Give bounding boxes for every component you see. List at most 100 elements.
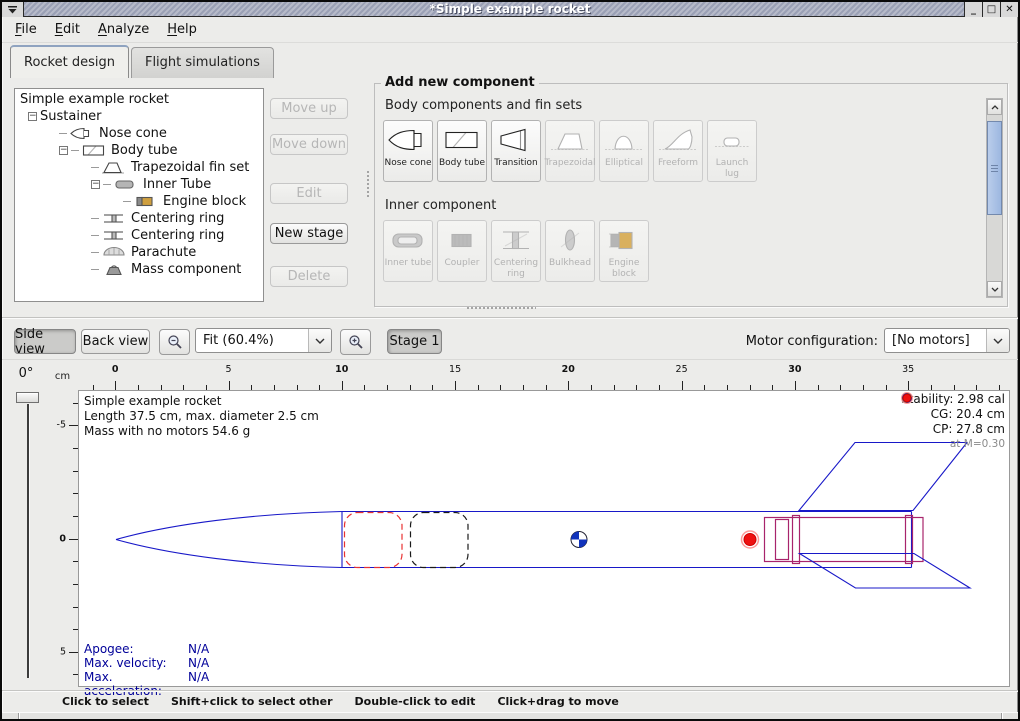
add-launch-lug-button[interactable]: Launch lug <box>707 120 757 182</box>
minimize-icon: _ <box>971 4 976 15</box>
minimize-button[interactable]: _ <box>964 2 982 17</box>
menubar: FileEditAnalyzeHelp <box>2 17 1018 43</box>
add-centering-ring-button[interactable]: Centering ring <box>491 220 541 282</box>
add-nose-cone-button[interactable]: Nose cone <box>383 120 433 182</box>
resize-grip-right[interactable] <box>1001 713 1002 719</box>
tree-item-centering-ring[interactable]: Centering ring <box>15 227 263 244</box>
tree-item-inner-tube[interactable]: − Inner Tube <box>15 176 263 193</box>
component-button-row: Inner tube CouplerCentering ring Bulkhead E… <box>383 220 1007 282</box>
statusbar: Click to selectShift+click to select oth… <box>2 690 1018 712</box>
elliptical-fin-large-icon <box>603 124 645 156</box>
delete-button: Delete <box>270 266 348 287</box>
inner-tube-large-icon <box>387 224 429 256</box>
add-body-tube-button[interactable]: Body tube <box>437 120 487 182</box>
menu-item-file[interactable]: File <box>6 18 46 41</box>
flight-value: N/A <box>188 642 209 656</box>
mach-condition: at M=0.30 <box>901 437 1005 452</box>
tree-item-body-tube[interactable]: −Body tube <box>15 142 263 159</box>
rotation-slider-track[interactable] <box>27 404 29 678</box>
chevron-up-icon <box>991 105 999 110</box>
stage-1-toggle[interactable]: Stage 1 <box>387 329 442 354</box>
menu-item-edit[interactable]: Edit <box>46 18 89 41</box>
scroll-up-button[interactable] <box>987 99 1002 115</box>
rocket-canvas[interactable]: Simple example rocket Length 37.5 cm, ma… <box>78 390 1010 687</box>
tab-flight-simulations[interactable]: Flight simulations <box>131 47 274 78</box>
engine-block-large-icon <box>603 224 645 256</box>
fin-set <box>799 443 970 589</box>
tree-item-simple-example-rocket[interactable]: Simple example rocket <box>15 91 263 108</box>
add-bulkhead-button[interactable]: Bulkhead <box>545 220 595 282</box>
rotation-slider-handle[interactable] <box>16 392 39 403</box>
back-view-button[interactable]: Back view <box>81 329 150 354</box>
tree-item-label: Mass component <box>131 262 241 277</box>
component-button-label: Inner tube <box>385 258 432 269</box>
design-panel: Simple example rocket−SustainerNose cone… <box>2 78 1018 318</box>
inner-tube-assembly <box>765 516 924 564</box>
add-trapezoidal-button[interactable]: Trapezoidal <box>545 120 595 182</box>
tree-item-engine-block[interactable]: Engine block <box>15 193 263 210</box>
component-scrollbar[interactable] <box>986 98 1003 298</box>
body-tube-icon <box>82 144 106 157</box>
new-stage-button[interactable]: New stage <box>270 223 348 244</box>
parachute-icon <box>102 246 126 259</box>
add-engine-block-button[interactable]: Engine block <box>599 220 649 282</box>
centering-ring-icon <box>102 229 126 242</box>
component-tree[interactable]: Simple example rocket−SustainerNose cone… <box>14 88 264 302</box>
tree-item-parachute[interactable]: Parachute <box>15 244 263 261</box>
tree-item-label: Inner Tube <box>143 177 211 192</box>
tree-expander-icon[interactable]: − <box>91 180 100 189</box>
window-controls: _ □✕ <box>964 2 1018 17</box>
menu-item-analyze[interactable]: Analyze <box>89 18 158 41</box>
parachute-outline <box>345 513 403 568</box>
tree-expander-icon[interactable]: − <box>28 112 37 121</box>
ruler-label: 35 <box>902 364 914 375</box>
nose-cone-icon <box>70 127 94 140</box>
component-button-label: Body tube <box>439 158 485 169</box>
horizontal-splitter[interactable] <box>466 306 536 311</box>
component-button-label: Trapezoidal <box>544 158 595 169</box>
move-up-button: Move up <box>270 98 348 119</box>
zoom-out-button[interactable] <box>159 329 190 355</box>
titlebar[interactable]: *Simple example rocket _□✕ <box>2 2 1018 17</box>
rocket-name: Simple example rocket <box>84 394 319 409</box>
cp-marker <box>742 531 759 548</box>
tree-item-nose-cone[interactable]: Nose cone <box>15 125 263 142</box>
close-button[interactable]: ✕ <box>1000 2 1018 17</box>
flight-row: Max. velocity:N/A <box>84 656 209 670</box>
add-freeform-button[interactable]: Freeform <box>653 120 703 182</box>
tree-item-mass-component[interactable]: Mass component <box>15 261 263 278</box>
add-elliptical-button[interactable]: Elliptical <box>599 120 649 182</box>
body-tube-large-icon <box>441 124 483 156</box>
ruler-unit-label: cm <box>47 363 78 390</box>
zoom-level-select[interactable]: Fit (60.4%) <box>195 328 332 353</box>
centering-ring-large-icon <box>495 224 537 256</box>
add-transition-button[interactable]: Transition <box>491 120 541 182</box>
vertical-splitter[interactable] <box>366 170 371 198</box>
add-coupler-button[interactable]: Coupler <box>437 220 487 282</box>
cp-value: CP: 27.8 cm <box>933 422 1005 437</box>
rotation-angle-label: 0° <box>10 366 42 381</box>
maximize-button[interactable]: □ <box>982 2 1000 17</box>
tree-item-centering-ring[interactable]: Centering ring <box>15 210 263 227</box>
add-inner-tube-button[interactable]: Inner tube <box>383 220 433 282</box>
status-hint: Shift+click to select other <box>171 695 333 708</box>
tree-expander-icon[interactable]: − <box>59 146 68 155</box>
menu-item-help[interactable]: Help <box>158 18 206 41</box>
ruler-label: 15 <box>449 364 461 375</box>
resize-grip-left[interactable] <box>18 713 19 719</box>
rocket-dimensions: Length 37.5 cm, max. diameter 2.5 cm <box>84 409 319 424</box>
tree-item-label: Parachute <box>131 245 196 260</box>
freeform-fin-large-icon <box>657 124 699 156</box>
engine-block-icon <box>134 195 158 208</box>
tree-item-trapezoidal-fin-set[interactable]: Trapezoidal fin set <box>15 159 263 176</box>
tree-item-sustainer[interactable]: −Sustainer <box>15 108 263 125</box>
scroll-thumb[interactable] <box>987 121 1002 215</box>
tab-rocket-design[interactable]: Rocket design <box>10 45 129 78</box>
section-label: Body components and fin sets <box>385 98 1007 113</box>
zoom-in-button[interactable] <box>340 329 371 355</box>
nose-cone-large-icon <box>387 124 429 156</box>
component-button-label: Bulkhead <box>549 258 591 269</box>
scroll-down-button[interactable] <box>987 281 1002 297</box>
side-view-button[interactable]: Side view <box>14 329 76 354</box>
motor-configuration-select[interactable]: [No motors] <box>884 328 1010 353</box>
